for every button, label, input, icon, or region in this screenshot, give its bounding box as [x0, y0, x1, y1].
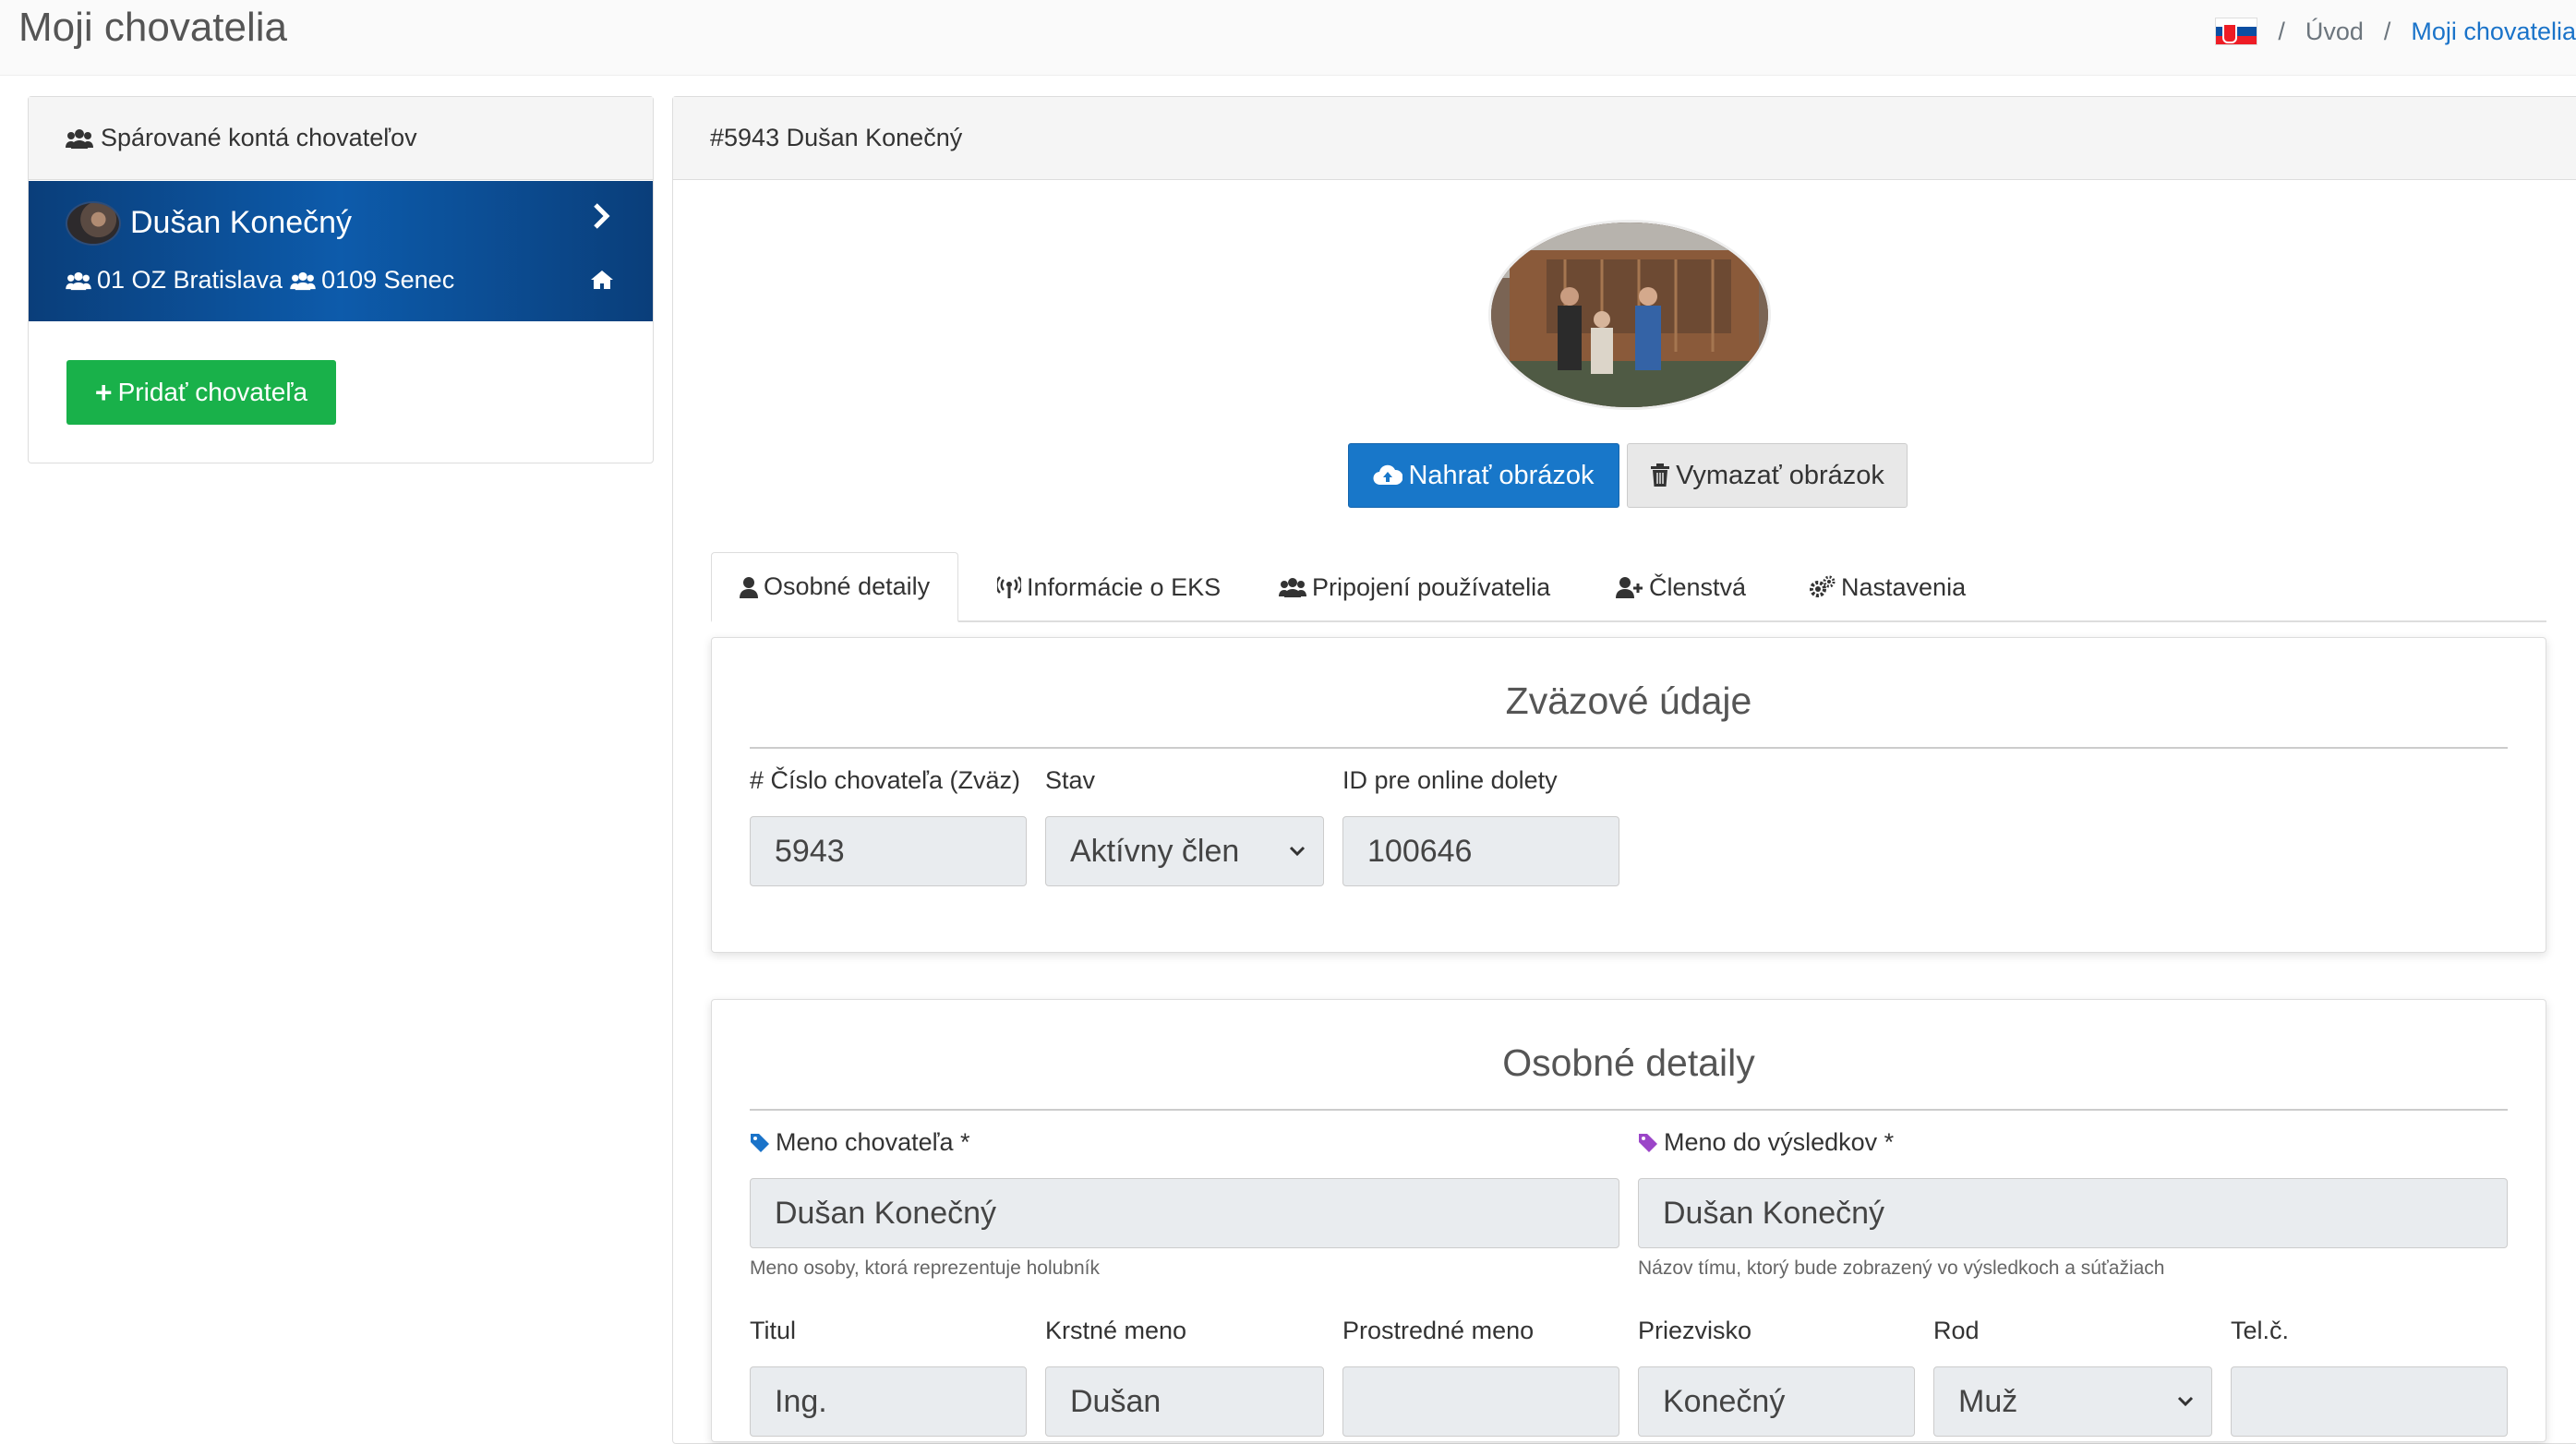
breeder-number-field[interactable]: 5943: [750, 816, 1027, 886]
breeder-name-help: Meno osoby, ktorá reprezentuje holubník: [750, 1257, 1101, 1279]
middle-name-label: Prostredné meno: [1342, 1317, 1535, 1344]
tab-label: Členstvá: [1649, 572, 1747, 601]
profile-photo: [1488, 220, 1771, 410]
home-icon: [590, 270, 614, 295]
plus-icon: +: [94, 375, 113, 409]
delete-image-label: Vymazať obrázok: [1676, 460, 1884, 490]
result-name-field[interactable]: Dušan Konečný: [1638, 1178, 2508, 1248]
users-icon: [66, 128, 93, 149]
trash-icon: [1651, 463, 1670, 487]
cogs-icon: [1810, 575, 1836, 597]
first-name-field[interactable]: Dušan: [1045, 1366, 1324, 1437]
chevron-right-icon: [592, 201, 610, 239]
first-name-label: Krstné meno: [1045, 1317, 1187, 1344]
breadcrumb-separator: /: [2383, 17, 2391, 45]
tab-personal-details[interactable]: Osobné detaily: [711, 552, 959, 622]
users-icon: [1279, 578, 1306, 597]
page-title: Moji chovatelia: [18, 5, 288, 50]
paired-accounts-header: Spárované kontá chovateľov: [29, 97, 653, 180]
breeder-name: Dušan Konečný: [130, 205, 353, 240]
online-id-label: ID pre online dolety: [1342, 766, 1558, 794]
cloud-upload-icon: [1373, 464, 1403, 486]
upload-image-label: Nahrať obrázok: [1408, 460, 1595, 490]
breeder-meta: 01 OZ Bratislava 0109 Senec: [66, 266, 454, 295]
breadcrumb-home-link[interactable]: Úvod: [2305, 18, 2364, 46]
delete-image-button[interactable]: Vymazať obrázok: [1627, 443, 1908, 508]
divider: [750, 747, 2508, 749]
users-icon: [290, 271, 316, 290]
user-icon: [740, 576, 758, 598]
breadcrumb-current[interactable]: Moji chovatelia: [2411, 18, 2576, 46]
breeder-name-label: Meno chovateľa *: [750, 1128, 970, 1157]
tag-icon: [1639, 1133, 1657, 1152]
breeder-list-item[interactable]: Dušan Konečný 01 OZ Bratislava 0109 Sene…: [29, 181, 653, 321]
surname-label: Priezvisko: [1638, 1317, 1752, 1344]
status-select[interactable]: Aktívny člen: [1045, 816, 1324, 886]
add-breeder-button[interactable]: + Pridať chovateľa: [66, 360, 336, 425]
divider: [750, 1109, 2508, 1111]
broadcast-icon: [997, 576, 1021, 598]
chevron-down-icon: [1289, 846, 1306, 857]
tab-connected-users[interactable]: Pripojení používatelia: [1251, 552, 1578, 622]
upload-image-button[interactable]: Nahrať obrázok: [1348, 443, 1619, 508]
online-id-field[interactable]: 100646: [1342, 816, 1619, 886]
breadcrumb: / Úvod / Moji chovatelia: [2215, 13, 2576, 50]
result-name-label-text: Meno do výsledkov *: [1664, 1128, 1895, 1156]
tab-eks-info[interactable]: Informácie o EKS: [969, 552, 1248, 622]
title-label: Titul: [750, 1317, 797, 1344]
result-name-label: Meno do výsledkov *: [1638, 1128, 1894, 1157]
result-name-help: Názov tímu, ktorý bude zobrazený vo výsl…: [1638, 1257, 2165, 1279]
gender-label: Rod: [1933, 1317, 1980, 1344]
title-field[interactable]: Ing.: [750, 1366, 1027, 1437]
breeder-name-field[interactable]: Dušan Konečný: [750, 1178, 1619, 1248]
tab-label: Informácie o EKS: [1027, 572, 1222, 601]
user-plus-icon: [1616, 577, 1643, 598]
users-icon: [66, 271, 91, 290]
breeder-detail-header: #5943 Dušan Konečný: [673, 97, 2576, 180]
chevron-down-icon: [2177, 1396, 2194, 1407]
add-breeder-label: Pridať chovateľa: [117, 378, 308, 406]
tab-label: Nastavenia: [1841, 572, 1967, 601]
status-label: Stav: [1045, 766, 1096, 794]
middle-name-field[interactable]: [1342, 1366, 1619, 1437]
surname-field[interactable]: Konečný: [1638, 1366, 1915, 1437]
page-header: [0, 0, 2576, 76]
tab-label: Osobné detaily: [764, 572, 931, 600]
breadcrumb-separator: /: [2278, 17, 2285, 45]
tab-label: Pripojení používatelia: [1312, 572, 1551, 601]
breeder-org: 01 OZ Bratislava: [97, 266, 283, 294]
gender-select[interactable]: Muž: [1933, 1366, 2212, 1437]
personal-section-title: Osobné detaily: [1502, 1041, 1755, 1084]
tag-icon: [751, 1133, 769, 1152]
status-select-value: Aktívny člen: [1070, 833, 1240, 869]
slovakia-flag-icon[interactable]: [2215, 18, 2258, 45]
breeder-name-label-text: Meno chovateľa *: [776, 1128, 970, 1156]
tab-settings[interactable]: Nastavenia: [1780, 552, 1993, 622]
phone-label: Tel.č.: [2231, 1317, 2290, 1344]
phone-field[interactable]: [2231, 1366, 2508, 1437]
avatar: [66, 201, 121, 246]
breeder-number-label: # Číslo chovateľa (Zväz): [750, 766, 1020, 794]
gender-select-value: Muž: [1958, 1383, 2018, 1419]
tab-memberships[interactable]: Členstvá: [1588, 552, 1774, 622]
union-section-title: Zväzové údaje: [1505, 680, 1752, 722]
paired-accounts-title: Spárované kontá chovateľov: [101, 124, 417, 151]
breeder-club: 0109 Senec: [321, 266, 455, 294]
